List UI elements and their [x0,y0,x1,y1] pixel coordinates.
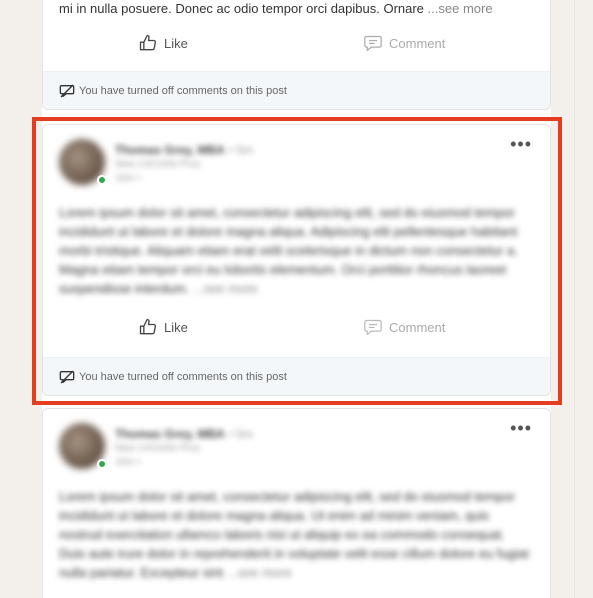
like-label: Like [164,319,188,335]
author-name[interactable]: Thomas Grey, MBA • 5m [115,143,253,157]
comment-button[interactable]: Comment [363,313,445,341]
post-age: • 5m [228,143,254,157]
comment-button[interactable]: Comment [363,29,445,57]
like-label: Like [164,35,188,51]
post-actions: Like Comment [43,29,550,57]
post-actions: Like Comment [43,313,550,341]
see-more-link[interactable]: ...see more [227,565,292,580]
author-name[interactable]: Thomas Grey, MBA • 5m [115,427,253,441]
post-body: mi in nulla posuere. Donec ac odio tempo… [59,0,530,18]
post-text: Lorem ipsum dolor sit amet, consectetur … [59,205,518,296]
post-body: Lorem ipsum dolor sit amet, consectetur … [59,487,530,583]
thumbs-up-icon [139,318,157,335]
presence-indicator [97,175,107,185]
comment-icon [364,319,382,335]
comments-off-notice: You have turned off comments on this pos… [43,357,550,395]
comment-label: Comment [389,35,446,51]
author-name-text: Thomas Grey, MBA [115,427,225,441]
post-meta: 10m • [115,457,141,468]
see-more-link[interactable]: ...see more [193,281,258,296]
feed: mi in nulla posuere. Donec ac odio tempo… [42,0,551,598]
post-card: mi in nulla posuere. Donec ac odio tempo… [42,0,551,110]
post-body: Lorem ipsum dolor sit amet, consectetur … [59,203,530,299]
see-more-link[interactable]: ...see more [428,1,493,16]
author-subtitle: New UX/UI/AI Pros [115,159,201,170]
post-age: • 5m [228,427,254,441]
comment-icon [364,35,382,51]
comment-label: Comment [389,319,446,335]
like-button[interactable]: Like [138,313,188,341]
more-options-button[interactable]: ••• [510,135,532,153]
comments-off-notice: You have turned off comments on this pos… [43,71,550,109]
post-card-highlighted: Thomas Grey, MBA • 5m New UX/UI/AI Pros 1… [42,124,551,396]
page-divider [574,0,575,598]
comments-off-text: You have turned off comments on this pos… [79,84,287,97]
like-button[interactable]: Like [138,29,188,57]
author-subtitle: New UX/UI/AI Pros [115,443,201,454]
more-options-button[interactable]: ••• [510,419,532,437]
post-card: Thomas Grey, MBA • 5m New UX/UI/AI Pros 1… [42,408,551,598]
post-text: mi in nulla posuere. Donec ac odio tempo… [59,1,424,16]
comments-off-icon [59,84,75,97]
comments-off-icon [59,370,75,383]
comments-off-text: You have turned off comments on this pos… [79,370,287,383]
post-text: Lorem ipsum dolor sit amet, consectetur … [59,489,529,580]
author-name-text: Thomas Grey, MBA [115,143,225,157]
thumbs-up-icon [139,34,157,51]
post-meta: 10m • [115,173,141,184]
presence-indicator [97,459,107,469]
